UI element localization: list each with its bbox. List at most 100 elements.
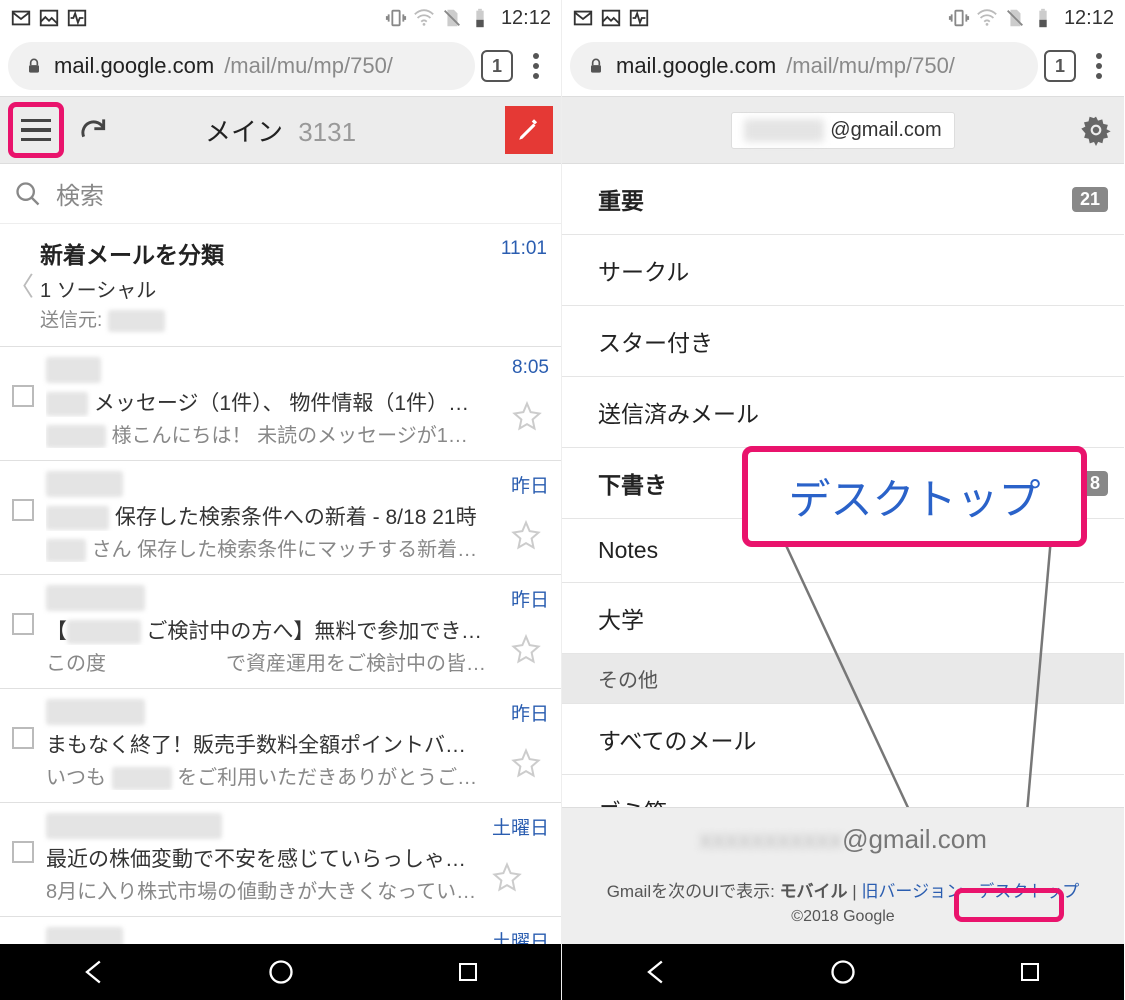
mail-item[interactable]: xxxxxxxxx まもなく終了！販売手数料全額ポイントバックのチャン… いつも…	[0, 689, 561, 803]
url-domain: mail.google.com	[616, 53, 776, 79]
mail-checkbox[interactable]	[12, 727, 34, 749]
mail-item[interactable]: xxxxxxx xxxxxx 保存した検索条件への新着 - 8/18 21時 x…	[0, 461, 561, 575]
mail-checkbox[interactable]	[12, 499, 34, 521]
mail-sender: xxxxxxx	[46, 471, 549, 497]
mail-item[interactable]: xxxxxxx xxxxxx 3日後、お得チケットの有効期限が切れます 土曜日	[0, 917, 561, 944]
search-row[interactable]: 検索	[0, 164, 561, 224]
category-from: 送信元: xxxxxx	[40, 305, 521, 332]
tab-count-button[interactable]: 1	[1044, 50, 1076, 82]
star-button[interactable]	[492, 862, 549, 892]
vibrate-icon	[385, 7, 407, 29]
mail-snippet: xxxxxx 様こんにちは！ 未読のメッセージが1件、物件…	[46, 419, 486, 448]
mail-sender: xxxxxxx	[46, 927, 549, 944]
mail-sender: xxxxxxxxx	[46, 585, 549, 611]
settings-button[interactable]	[1080, 114, 1112, 146]
gmail-footer: xxxxxxxxxxx@gmail.com Gmailを次のUIで表示: モバイ…	[562, 807, 1124, 944]
search-icon	[14, 180, 42, 208]
url-path: /mail/mu/mp/750/	[224, 53, 393, 79]
status-time: 12:12	[1064, 7, 1114, 30]
folder-important[interactable]: 重要 21	[562, 164, 1124, 235]
star-button[interactable]	[511, 748, 549, 778]
wifi-icon	[413, 7, 435, 29]
gear-icon	[1080, 114, 1112, 146]
pencil-icon	[516, 117, 542, 143]
nav-back-button[interactable]	[640, 956, 672, 988]
mail-snippet: xxxx さん 保存した検索条件にマッチする新着商品があ…	[46, 533, 486, 562]
mail-subject: まもなく終了！販売手数料全額ポイントバックのチャン…	[46, 729, 486, 759]
lock-icon	[24, 56, 44, 76]
mail-subject: xxxxxx 保存した検索条件への新着 - 8/18 21時	[46, 501, 486, 531]
tab-count-button[interactable]: 1	[481, 50, 513, 82]
account-selector[interactable]: xxxxxxxx @gmail.com	[731, 112, 954, 149]
chevron-left-icon: 〈	[8, 267, 34, 304]
folder-sent[interactable]: 送信済みメール	[562, 377, 1124, 448]
no-sim-icon	[1004, 7, 1026, 29]
folder-starred[interactable]: スター付き	[562, 306, 1124, 377]
search-placeholder: 検索	[56, 176, 104, 211]
lock-icon	[586, 56, 606, 76]
gmail-status-icon	[572, 7, 594, 29]
battery-icon	[1032, 7, 1054, 29]
wifi-icon	[976, 7, 998, 29]
mail-checkbox[interactable]	[12, 613, 34, 635]
mail-item[interactable]: xxxxxxxxxxxxxxxx 最近の株価変動で不安を感じていらっしゃる方へ …	[0, 803, 561, 917]
url-pill[interactable]: mail.google.com/mail/mu/mp/750/	[570, 42, 1038, 90]
footer-mobile: モバイル	[780, 882, 848, 901]
section-other: その他	[562, 654, 1124, 704]
system-nav-bar	[0, 944, 561, 1000]
account-suffix: @gmail.com	[830, 119, 941, 142]
nav-back-button[interactable]	[78, 956, 110, 988]
folder-list: 重要 21 サークル スター付き 送信済みメール 下書き 8 Notes 大学 …	[562, 164, 1124, 807]
battery-icon	[469, 7, 491, 29]
phone-right: 12:12 mail.google.com/mail/mu/mp/750/ 1 …	[562, 0, 1124, 1000]
nav-home-button[interactable]	[827, 956, 859, 988]
folder-trash[interactable]: ゴミ箱	[562, 775, 1124, 807]
mail-snippet: この度 で資産運用をご検討中の皆さまを対…	[46, 647, 486, 676]
mail-checkbox[interactable]	[12, 385, 34, 407]
nav-recent-button[interactable]	[1014, 956, 1046, 988]
mail-item[interactable]: xxxxx xxxx メッセージ（1件）、 物件情報（1件）が届いて… xxxx…	[0, 347, 561, 461]
nav-home-button[interactable]	[265, 956, 297, 988]
mail-checkbox[interactable]	[12, 841, 34, 863]
browser-url-bar: mail.google.com/mail/mu/mp/750/ 1	[562, 36, 1124, 96]
refresh-button[interactable]	[74, 111, 112, 149]
mail-sender: xxxxx	[46, 357, 549, 383]
folder-badge: 21	[1072, 187, 1108, 212]
mail-time: 土曜日	[492, 813, 549, 840]
mail-snippet: いつも xxxxxx をご利用いただきありがとうございます…	[46, 761, 486, 790]
star-button[interactable]	[512, 401, 549, 431]
folder-university[interactable]: 大学	[562, 583, 1124, 654]
mail-time: 8:05	[512, 357, 549, 379]
menu-button[interactable]	[8, 102, 64, 158]
hamburger-icon	[21, 119, 51, 141]
mail-subject: 【xxxxxxx ご検討中の方へ】無料で参加できる資産…	[46, 615, 486, 645]
url-pill[interactable]: mail.google.com/mail/mu/mp/750/	[8, 42, 475, 90]
no-sim-icon	[441, 7, 463, 29]
mail-time: 昨日	[511, 585, 549, 612]
browser-url-bar: mail.google.com/mail/mu/mp/750/ 1	[0, 36, 561, 96]
browser-menu-button[interactable]	[1082, 53, 1116, 79]
star-button[interactable]	[511, 520, 549, 550]
compose-button[interactable]	[505, 106, 553, 154]
system-nav-bar	[562, 944, 1124, 1000]
account-toolbar: xxxxxxxx @gmail.com	[562, 96, 1124, 164]
url-path: /mail/mu/mp/750/	[786, 53, 955, 79]
highlight-desktop-link	[954, 888, 1064, 922]
nav-recent-button[interactable]	[452, 956, 484, 988]
footer-link-old[interactable]: 旧バージョン	[861, 882, 963, 901]
mail-subject: xxxx メッセージ（1件）、 物件情報（1件）が届いて…	[46, 387, 486, 417]
status-time: 12:12	[501, 7, 551, 30]
mail-time: 昨日	[511, 471, 549, 498]
mail-time: 昨日	[511, 699, 549, 726]
star-button[interactable]	[511, 634, 549, 664]
mail-item[interactable]: xxxxxxxxx 【xxxxxxx ご検討中の方へ】無料で参加できる資産… こ…	[0, 575, 561, 689]
folder-circles[interactable]: サークル	[562, 235, 1124, 306]
activity-status-icon	[628, 7, 650, 29]
category-sub: 1 ソーシャル	[40, 274, 521, 303]
folder-allmail[interactable]: すべてのメール	[562, 704, 1124, 775]
phone-left: 12:12 mail.google.com/mail/mu/mp/750/ 1 …	[0, 0, 562, 1000]
gmail-status-icon	[10, 7, 32, 29]
category-row[interactable]: 〈 新着メールを分類 1 ソーシャル 送信元: xxxxxx 11:01	[0, 224, 561, 347]
browser-menu-button[interactable]	[519, 53, 553, 79]
image-status-icon	[600, 7, 622, 29]
